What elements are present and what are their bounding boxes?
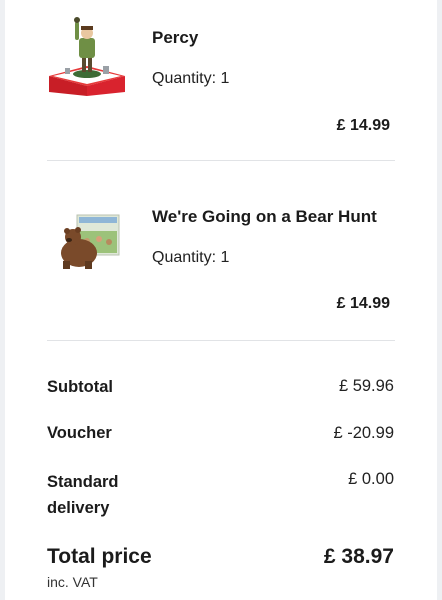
product-quantity: Quantity: 1: [152, 70, 230, 87]
delivery-label: Standard delivery: [47, 473, 119, 517]
product-image-percy: [45, 14, 129, 98]
subtotal-value: £ 59.96: [338, 377, 394, 395]
divider: [47, 340, 395, 341]
product-image-bear-hunt: [55, 211, 125, 271]
tonie-figure-icon: [49, 17, 125, 96]
product-quantity: Quantity: 1: [152, 249, 230, 266]
subtotal-label: Subtotal: [47, 378, 113, 396]
delivery-value: £ 0.00: [348, 470, 394, 488]
product-name[interactable]: We're Going on a Bear Hunt: [152, 207, 377, 227]
order-summary-card: Percy Quantity: 1 £ 14.99 We're Going on…: [5, 0, 437, 600]
product-name[interactable]: Percy: [152, 28, 198, 48]
voucher-label: Voucher: [47, 424, 112, 442]
voucher-value: £ -20.99: [333, 424, 394, 442]
cart-item: Percy Quantity: 1 £ 14.99: [5, 0, 437, 160]
bear-figure-icon: [61, 214, 120, 269]
product-price: £ 14.99: [336, 117, 390, 134]
vat-note: inc. VAT: [47, 574, 98, 590]
cart-item: We're Going on a Bear Hunt Quantity: 1 £…: [5, 161, 437, 341]
product-price: £ 14.99: [336, 295, 390, 312]
total-price-label: Total price: [47, 545, 152, 568]
total-price-value: £ 38.97: [323, 545, 394, 568]
